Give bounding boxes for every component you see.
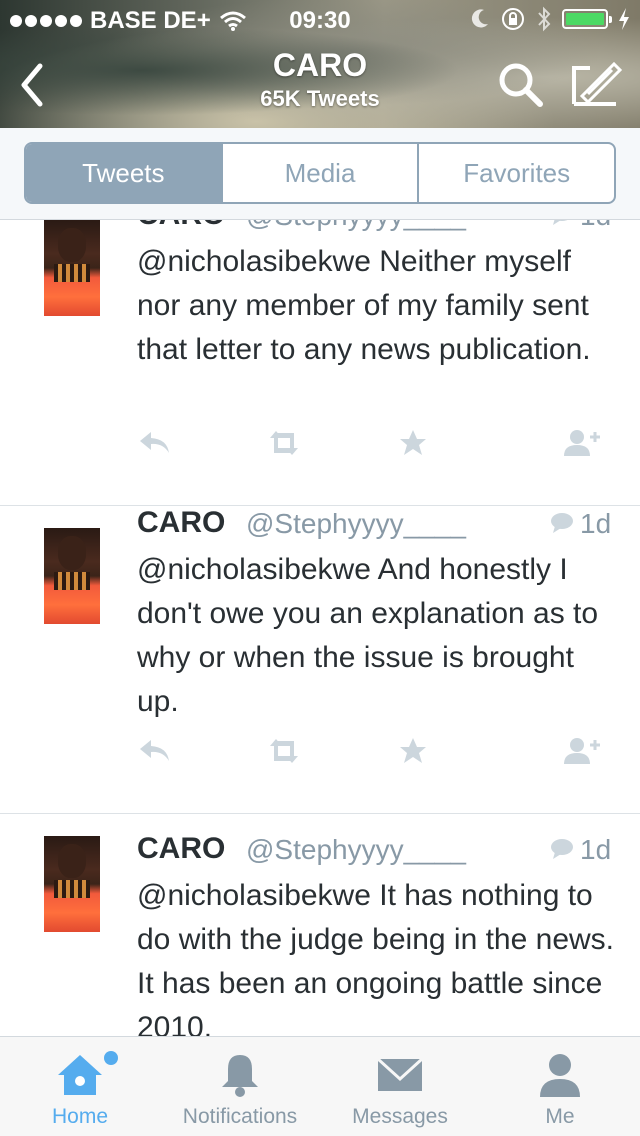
moon-icon [471, 9, 488, 28]
conversation-icon [551, 839, 573, 859]
reply-icon[interactable] [137, 736, 173, 766]
tweet-timestamp: 1d [580, 834, 612, 865]
follow-icon[interactable] [562, 428, 602, 458]
retweet-icon[interactable] [264, 428, 304, 458]
tweet-item[interactable]: CARO @Stephyyyy____ 1d @nicholasibekwe I… [0, 814, 640, 1036]
profile-header: BASE DE+ 09:30 CARO 65K Tweets [0, 0, 640, 128]
envelope-icon [376, 1057, 424, 1091]
retweet-icon[interactable] [264, 736, 304, 766]
avatar[interactable] [44, 528, 100, 624]
conversation-icon [553, 220, 568, 225]
status-right [470, 6, 630, 32]
tab-label: Me [545, 1105, 575, 1128]
tweet-text: @nicholasibekwe Neither myself nor any m… [137, 245, 591, 366]
charging-icon [619, 8, 629, 30]
tab-label: Notifications [182, 1105, 298, 1128]
segmented-control-bar: Tweets Media Favorites [0, 128, 640, 220]
avatar[interactable] [44, 836, 100, 932]
tweet-text: @nicholasibekwe It has nothing to do wit… [137, 879, 614, 1036]
tweet-text: @nicholasibekwe And honestly I don't owe… [137, 553, 599, 718]
rotation-lock-icon [502, 8, 524, 30]
tweet-author-name: CARO [137, 832, 226, 865]
battery-icon [562, 9, 612, 29]
bell-icon [222, 1055, 258, 1097]
compose-icon [572, 61, 623, 106]
tab-messages[interactable]: Messages [320, 1037, 480, 1136]
follow-icon[interactable] [562, 736, 602, 766]
search-icon [499, 63, 543, 107]
compose-button[interactable] [568, 58, 624, 108]
tab-label: Messages [352, 1105, 448, 1128]
tweet-timeline[interactable]: CARO @Stephyyyy____ 1d @nicholasibekwe N… [0, 220, 640, 1036]
tweet-author-handle: @Stephyyyy____ [246, 834, 466, 865]
favorite-icon[interactable] [398, 428, 428, 458]
tweet-timestamp: 1d [580, 220, 611, 232]
segmented-control: Tweets Media Favorites [24, 142, 616, 204]
bluetooth-icon [538, 6, 551, 32]
home-icon [58, 1055, 102, 1095]
tweet-actions [0, 736, 640, 776]
tweet-item[interactable]: CARO @Stephyyyy____ 1d @nicholasibekwe A… [0, 506, 640, 814]
tweet-author-handle: @Stephyyyy____ [246, 220, 466, 232]
search-button[interactable] [496, 60, 548, 108]
tweet-timestamp: 1d [580, 508, 612, 539]
avatar[interactable] [44, 220, 100, 316]
tweet-actions [0, 428, 640, 468]
conversation-icon [551, 513, 573, 533]
tab-me[interactable]: Me [480, 1037, 640, 1136]
tweet-item[interactable]: CARO @Stephyyyy____ 1d @nicholasibekwe N… [0, 220, 640, 506]
tweet-author-name: CARO [137, 220, 225, 232]
favorite-icon[interactable] [398, 736, 428, 766]
tab-notifications[interactable]: Notifications [160, 1037, 320, 1136]
segment-favorites[interactable]: Favorites [419, 144, 614, 202]
tab-home[interactable]: Home [0, 1037, 160, 1136]
tab-label: Home [51, 1105, 109, 1128]
segment-media[interactable]: Media [223, 144, 420, 202]
status-bar: BASE DE+ 09:30 [0, 0, 640, 40]
tab-bar: Home Notifications Messages Me [0, 1036, 640, 1136]
home-notification-dot [104, 1051, 118, 1065]
tweet-author-handle: @Stephyyyy____ [246, 508, 466, 539]
reply-icon[interactable] [137, 428, 173, 458]
tweet-author-name: CARO [137, 506, 226, 539]
person-icon [540, 1054, 580, 1097]
segment-tweets[interactable]: Tweets [26, 144, 223, 202]
